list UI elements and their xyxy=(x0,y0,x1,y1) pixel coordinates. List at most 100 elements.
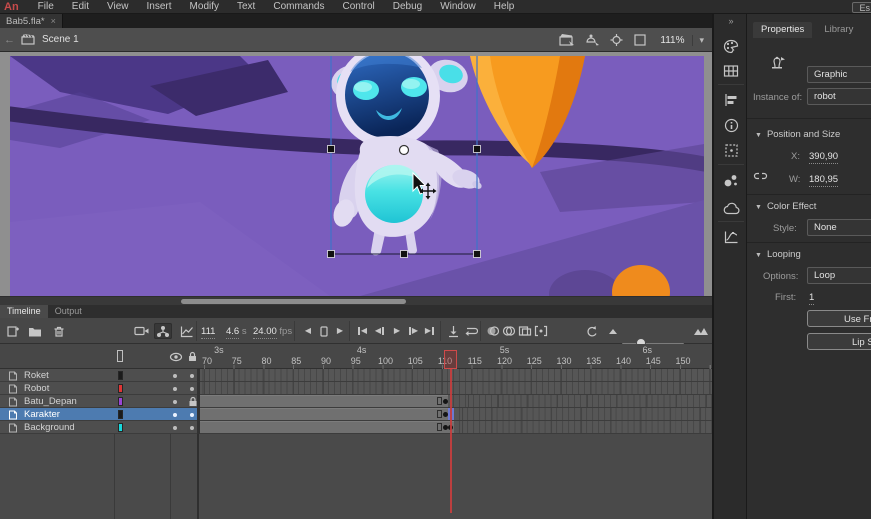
transform-origin-point[interactable] xyxy=(400,146,409,155)
layer-lock-dot[interactable] xyxy=(190,374,194,378)
center-playhead-button[interactable] xyxy=(444,323,462,339)
frame-span[interactable] xyxy=(200,395,448,407)
delete-layer-button[interactable] xyxy=(50,323,68,339)
x-value[interactable]: 390,90 xyxy=(809,151,838,164)
layer-outline-swatch[interactable] xyxy=(118,384,123,393)
center-stage-icon[interactable] xyxy=(609,33,624,47)
add-camera-button[interactable] xyxy=(132,323,150,339)
brush-library-icon[interactable] xyxy=(721,170,741,190)
step-back-one-frame-button[interactable]: ◀ xyxy=(371,323,389,339)
link-width-height-icon[interactable] xyxy=(753,170,768,182)
keyframe-dot[interactable] xyxy=(443,412,448,417)
stage-zoom-dropdown[interactable]: 111% ▾ xyxy=(656,33,708,48)
section-position-size[interactable]: ▼Position and Size xyxy=(755,129,840,140)
empty-frames[interactable] xyxy=(454,408,712,420)
frames-track-batu_depan[interactable] xyxy=(200,395,712,408)
menu-commands[interactable]: Commands xyxy=(264,1,333,12)
layer-roket[interactable]: Roket xyxy=(0,369,197,382)
swatches-icon[interactable] xyxy=(721,61,741,81)
menu-control[interactable]: Control xyxy=(333,1,383,12)
frames-track-karakter[interactable] xyxy=(200,408,712,421)
motion-editor-icon[interactable] xyxy=(721,227,741,247)
tab-properties[interactable]: Properties xyxy=(753,22,812,38)
menu-window[interactable]: Window xyxy=(431,1,485,12)
layer-karakter[interactable]: Karakter xyxy=(0,408,197,421)
step-forward-icon[interactable]: ▶ xyxy=(331,323,349,339)
outline-color-column-icon[interactable] xyxy=(117,350,123,362)
go-to-first-frame-button[interactable]: ◀ xyxy=(353,323,371,339)
tab-library[interactable]: Library xyxy=(816,22,861,38)
frame-rate[interactable]: 24.00 fps xyxy=(253,326,292,337)
new-layer-button[interactable] xyxy=(4,323,22,339)
layer-visibility-dot[interactable] xyxy=(173,426,177,430)
layer-lock-dot[interactable] xyxy=(190,387,194,391)
layer-outline-swatch[interactable] xyxy=(118,371,123,380)
zoom-out-frames-icon[interactable] xyxy=(604,323,622,339)
zoom-in-frames-icon[interactable] xyxy=(692,323,710,339)
menu-text[interactable]: Text xyxy=(228,1,264,12)
show-layer-depth-button[interactable] xyxy=(178,323,196,339)
transform-icon[interactable] xyxy=(721,140,741,160)
layer-lock-dot[interactable] xyxy=(190,426,194,430)
document-tab[interactable]: Bab5.fla* × xyxy=(0,14,63,28)
back-arrow-icon[interactable]: ← xyxy=(4,34,15,46)
collapse-panels-icon[interactable]: » xyxy=(714,16,748,26)
layer-lock-dot[interactable] xyxy=(190,413,194,417)
new-folder-button[interactable] xyxy=(26,323,44,339)
lip-syncing-button[interactable]: Lip S xyxy=(807,333,871,350)
layer-background[interactable]: Background xyxy=(0,421,197,434)
lock-column-icon[interactable] xyxy=(187,351,198,362)
keyframe-dot[interactable] xyxy=(443,399,448,404)
menu-debug[interactable]: Debug xyxy=(384,1,431,12)
frames-track-robot[interactable] xyxy=(200,382,712,395)
layer-visibility-dot[interactable] xyxy=(173,387,177,391)
edit-scene-icon[interactable] xyxy=(559,33,575,47)
tab-output[interactable]: Output xyxy=(48,305,89,318)
layer-batu_depan[interactable]: Batu_Depan xyxy=(0,395,197,408)
menu-edit[interactable]: Edit xyxy=(63,1,98,12)
keyframe-dot[interactable] xyxy=(443,425,448,430)
frame-span[interactable] xyxy=(200,408,448,420)
layer-visibility-dot[interactable] xyxy=(173,374,177,378)
layer-visibility-dot[interactable] xyxy=(173,400,177,404)
show-hide-column-icon[interactable] xyxy=(169,352,183,362)
layer-outline-swatch[interactable] xyxy=(118,397,123,406)
menu-insert[interactable]: Insert xyxy=(138,1,181,12)
go-to-last-frame-button[interactable]: ▶ xyxy=(421,323,439,339)
layer-outline-swatch[interactable] xyxy=(118,423,123,432)
show-parenting-view-button[interactable] xyxy=(154,323,172,339)
loop-playback-button[interactable] xyxy=(462,323,480,339)
empty-frames[interactable] xyxy=(200,369,712,381)
style-dropdown[interactable]: None xyxy=(807,219,871,236)
playhead-marker[interactable] xyxy=(444,350,457,369)
loop-options-dropdown[interactable]: Loop xyxy=(807,267,871,284)
empty-frames[interactable] xyxy=(454,421,712,433)
scene-name[interactable]: Scene 1 xyxy=(42,34,79,45)
menu-modify[interactable]: Modify xyxy=(181,1,228,12)
clip-content-icon[interactable] xyxy=(633,33,647,47)
empty-frames[interactable] xyxy=(448,395,712,407)
close-tab-icon[interactable]: × xyxy=(51,16,56,26)
timeline-ruler[interactable]: 3s4s5s6s 7075808590951001051101151201251… xyxy=(200,344,712,369)
elapsed-time[interactable]: 4.6 s xyxy=(226,326,247,337)
frames-track-roket[interactable] xyxy=(200,369,712,382)
frame-span[interactable] xyxy=(200,421,454,433)
layer-outline-swatch[interactable] xyxy=(118,410,123,419)
workspace-switcher[interactable]: Es xyxy=(852,2,871,13)
stage-horizontal-scrollbar[interactable] xyxy=(0,296,712,305)
step-forward-one-frame-button[interactable]: ▶ xyxy=(404,323,422,339)
menu-help[interactable]: Help xyxy=(485,1,524,12)
stage-canvas[interactable] xyxy=(0,52,712,296)
horizontal-scroll-thumb[interactable] xyxy=(181,299,406,304)
info-icon[interactable] xyxy=(721,115,741,135)
section-color-effect[interactable]: ▼Color Effect xyxy=(755,201,816,212)
layer-robot[interactable]: Robot xyxy=(0,382,197,395)
edit-symbols-icon[interactable] xyxy=(584,33,600,47)
w-value[interactable]: 180,95 xyxy=(809,174,838,187)
symbol-type-dropdown[interactable]: Graphic xyxy=(807,66,871,83)
instance-name-field[interactable]: robot xyxy=(807,88,871,105)
empty-frames[interactable] xyxy=(200,382,712,394)
tab-timeline[interactable]: Timeline xyxy=(0,305,48,318)
use-frame-picker-button[interactable]: Use Fra xyxy=(807,310,871,327)
layer-visibility-dot[interactable] xyxy=(173,413,177,417)
